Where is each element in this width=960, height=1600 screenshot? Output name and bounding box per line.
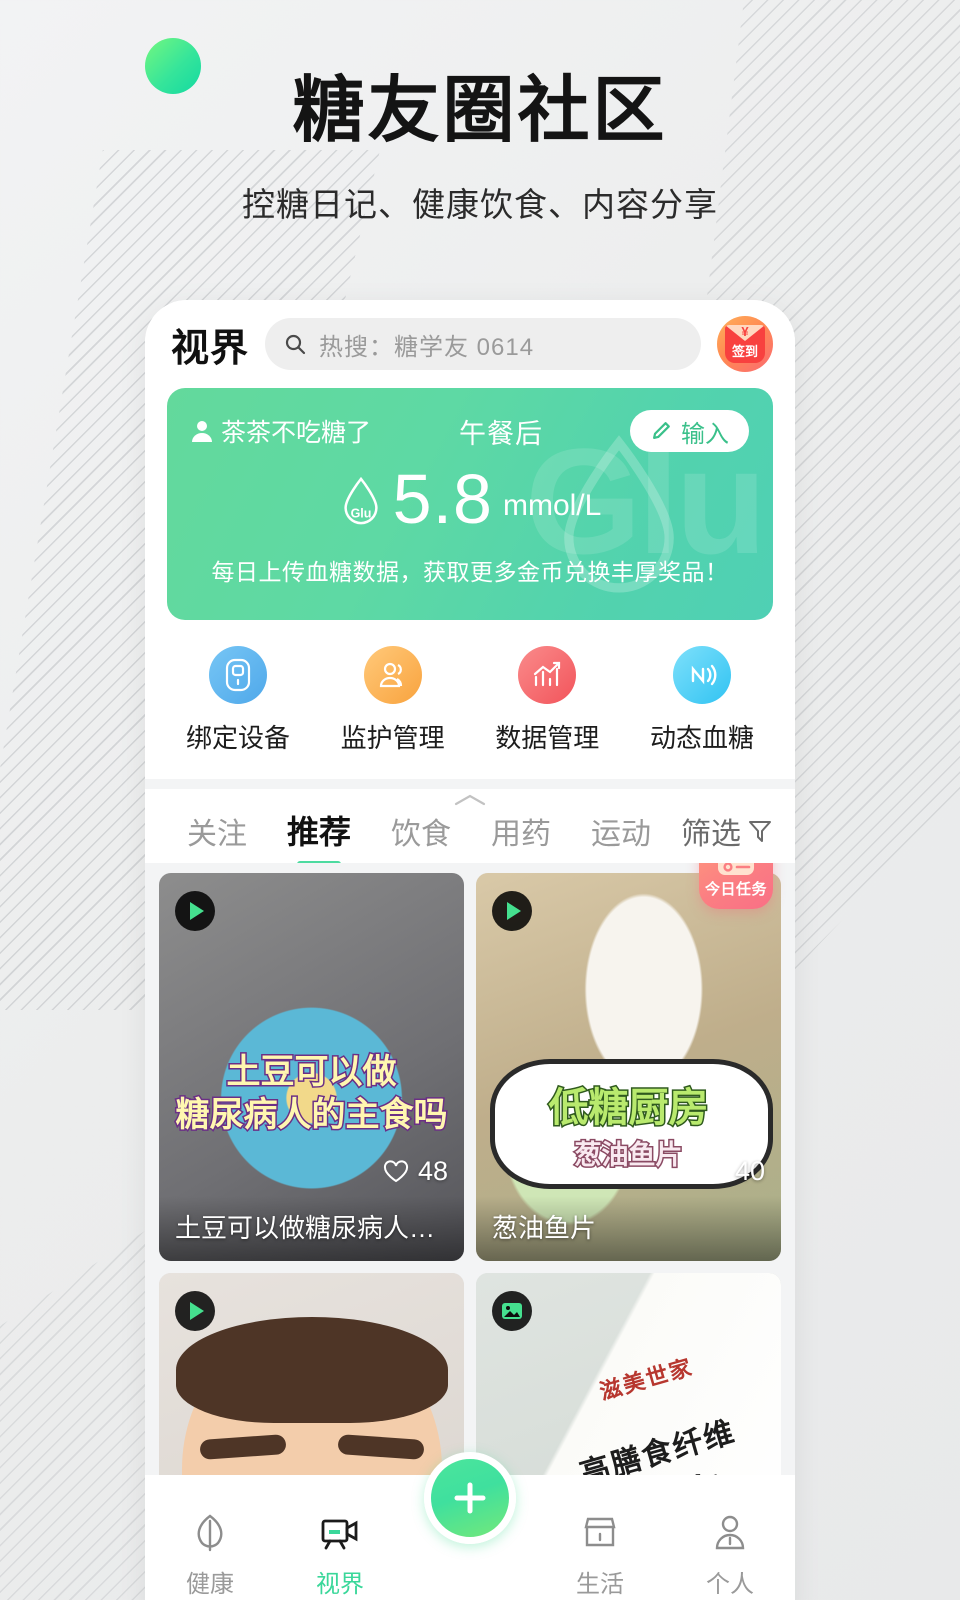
play-icon [190,1302,204,1320]
feed-tabs-wrapper: 关注 推荐 饮食 用药 运动 筛选 [145,789,795,863]
memoji-avatar [175,1316,448,1475]
quick-actions: 绑定设备 监护管理 数据管理 动态血糖 [145,620,795,779]
card-title: 土豆可以做糖尿病人的… [159,1196,464,1261]
quick-action-label: 绑定设备 [185,723,290,753]
bottom-navigation: 健康 视界 生活 个人 [145,1452,795,1600]
filter-label: 筛选 [681,818,741,851]
image-badge [492,1291,532,1331]
pencil-icon [653,422,670,439]
section-divider [145,779,795,789]
glucose-user-name: 茶茶不吃糖了 [221,419,372,447]
like-count-value: 40 [734,1156,765,1186]
glucose-meter-icon [209,646,267,704]
nav-item-vision[interactable]: 视界 [275,1512,405,1599]
play-badge [175,891,215,931]
today-task-button[interactable]: 今日任务 [699,863,773,909]
tab-follow[interactable]: 关注 [167,809,267,863]
nav-label: 个人 [706,1571,754,1598]
glucose-card[interactable]: Glu 茶茶不吃糖了 午餐后 输入 Glu 5.8 mmol/L 每日上传血糖数… [167,388,773,620]
app-title: 视界 [171,327,250,370]
chevron-up-icon[interactable] [452,793,488,807]
checklist-icon [718,863,754,875]
glu-drop-icon: Glu [344,476,378,524]
leaf-icon [189,1512,231,1554]
store-icon [579,1512,621,1554]
search-icon [285,334,306,355]
glucose-meal-tag: 午餐后 [459,418,544,449]
user-icon [192,421,212,442]
tab-medication[interactable]: 用药 [471,809,571,863]
nav-item-profile[interactable]: 个人 [665,1512,795,1599]
checkin-label: 签到 [731,344,758,359]
glucose-input-button[interactable]: 输入 [630,410,749,452]
bar-chart-icon [518,646,577,704]
image-icon [502,1303,522,1319]
quick-action-bind-device[interactable]: 绑定设备 [171,646,305,755]
add-post-button[interactable] [424,1452,516,1544]
play-badge [492,891,532,931]
play-badge [175,1291,215,1331]
checkin-currency: ¥ [741,325,749,339]
nav-label: 健康 [186,1571,234,1598]
card-like-count[interactable]: 48 [383,1156,448,1187]
nav-item-life[interactable]: 生活 [535,1512,665,1599]
nav-item-health[interactable]: 健康 [145,1512,275,1599]
page-subtitle: 控糖日记、健康饮食、内容分享 [242,186,718,223]
video-camera-icon [319,1512,361,1554]
quick-action-cgm[interactable]: 动态血糖 [635,646,769,755]
search-input[interactable]: 热搜：糖学友 0614 [265,318,701,370]
page-title: 糖友圈社区 [292,71,668,151]
glucose-card-header: 茶茶不吃糖了 午餐后 输入 [191,410,749,452]
heart-icon [700,1159,725,1182]
quick-action-label: 监护管理 [340,723,445,753]
glucose-unit: mmol/L [502,488,602,522]
like-count-value: 48 [417,1156,448,1186]
filter-icon [749,821,771,842]
heart-icon [383,1159,408,1182]
play-icon [190,902,204,920]
search-placeholder: 热搜：糖学友 0614 [319,333,535,361]
glucose-value-row: Glu 5.8 mmol/L [191,460,749,538]
quick-action-data[interactable]: 数据管理 [480,646,614,755]
filter-button[interactable]: 筛选 [681,809,773,863]
feed-card[interactable] [159,1273,464,1475]
tab-exercise[interactable]: 运动 [571,809,671,863]
person-icon [709,1512,751,1554]
nfc-icon [672,646,731,704]
tab-diet[interactable]: 饮食 [371,809,471,863]
guardian-users-icon [363,646,422,704]
quick-action-guardian[interactable]: 监护管理 [326,646,460,755]
checkin-envelope-icon: ¥ 签到 [725,325,765,363]
glucose-card-wrapper: Glu 茶茶不吃糖了 午餐后 输入 Glu 5.8 mmol/L 每日上传血糖数… [145,388,795,620]
glucose-input-label: 输入 [681,420,729,448]
app-topbar: 视界 热搜：糖学友 0614 ¥ 签到 [145,300,795,388]
play-icon [507,902,521,920]
checkin-button[interactable]: ¥ 签到 [717,316,773,372]
glucose-value: 5.8 [392,460,493,538]
glucose-tip: 每日上传血糖数据，获取更多金币兑换丰厚奖品！ [211,558,729,585]
feed-card[interactable]: 土豆可以做 糖尿病人的主食吗 48 土豆可以做糖尿病人的… [159,873,464,1261]
quick-action-label: 数据管理 [495,723,600,753]
feed-card[interactable]: 滋美世家 高膳食纤维 免煮冲泡 High Dietary Fiber, Inst… [476,1273,781,1475]
card-title: 葱油鱼片 [476,1196,781,1261]
svg-text:Glu: Glu [350,506,371,520]
feed-card[interactable]: 低糖厨房 葱油鱼片 40 葱油鱼片 [476,873,781,1261]
today-task-label: 今日任务 [704,880,767,898]
feed-grid: 今日任务 土豆可以做 糖尿病人的主食吗 48 土豆可以做糖尿病人的… 低糖厨房 … [145,863,795,1475]
glucose-user: 茶茶不吃糖了 [191,413,371,449]
phone-mockup: 视界 热搜：糖学友 0614 ¥ 签到 Glu 茶茶不吃糖了 午餐后 输入 Gl… [145,300,795,1600]
card-like-count[interactable]: 40 [700,1156,765,1187]
tab-recommend[interactable]: 推荐 [267,807,371,863]
quick-action-label: 动态血糖 [649,723,754,753]
nav-label: 视界 [316,1571,364,1598]
nav-label: 生活 [576,1571,624,1598]
plus-icon [454,1482,486,1514]
